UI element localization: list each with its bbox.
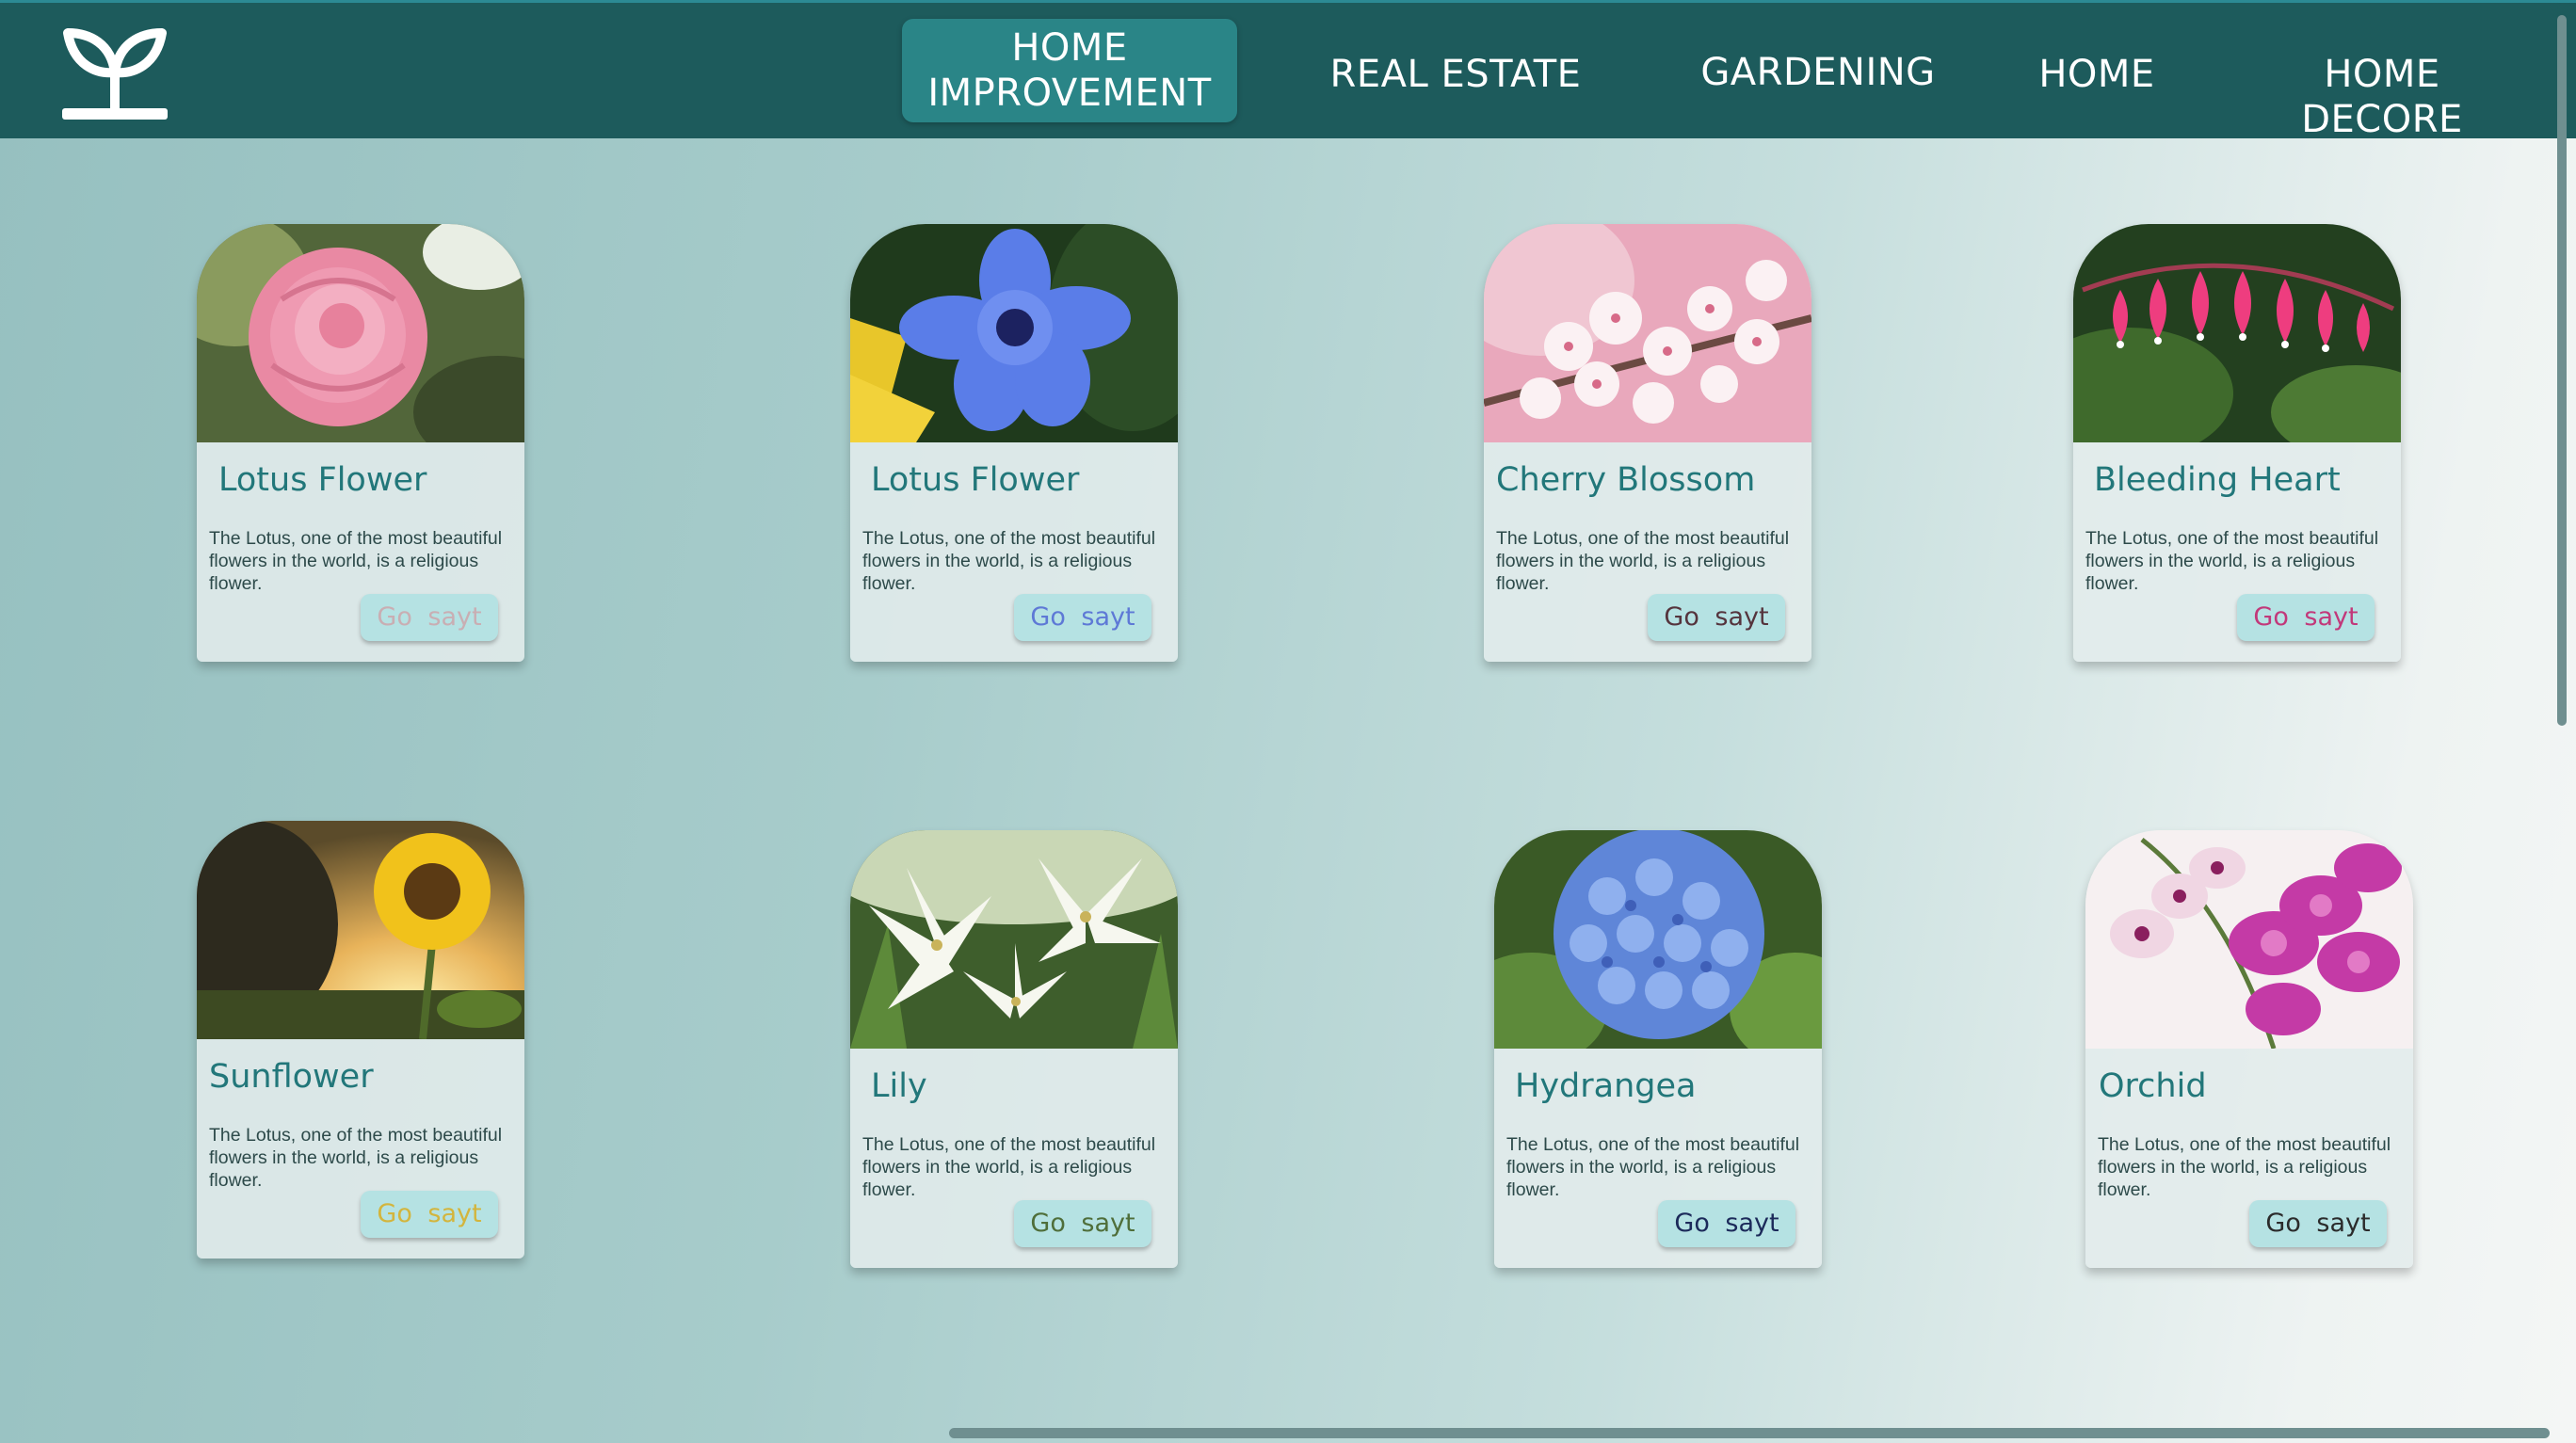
- nav-home-label: HOME: [2038, 53, 2155, 96]
- vertical-scrollbar[interactable]: [2557, 15, 2567, 726]
- nav-gardening[interactable]: GARDENING: [1695, 50, 1941, 95]
- nav-home[interactable]: HOME: [2026, 52, 2167, 97]
- nav-home-improvement-label: HOME IMPROVEMENT: [927, 26, 1212, 115]
- blue-anemone-image: [850, 224, 1178, 442]
- cherry-blossom-image: [1484, 224, 1811, 442]
- blue-hydrangea-image: [1494, 830, 1822, 1049]
- go-site-button[interactable]: Go sayt: [2237, 594, 2375, 641]
- white-lily-image: [850, 830, 1178, 1049]
- flower-card: Cherry Blossom The Lotus, one of the mos…: [1484, 224, 1811, 662]
- card-title: Lily: [871, 1067, 927, 1105]
- card-title: Sunflower: [209, 1058, 374, 1096]
- nav-real-estate-label: REAL ESTATE: [1329, 53, 1582, 96]
- flower-card: Sunflower The Lotus, one of the most bea…: [197, 821, 524, 1259]
- horizontal-scrollbar[interactable]: [949, 1428, 2550, 1438]
- pink-camellia-image: [197, 224, 524, 442]
- card-description: The Lotus, one of the most beautiful flo…: [862, 1134, 1156, 1200]
- card-title: Lotus Flower: [871, 461, 1080, 499]
- go-site-button[interactable]: Go sayt: [1658, 1200, 1795, 1247]
- go-site-button[interactable]: Go sayt: [1014, 1200, 1151, 1247]
- nav-real-estate[interactable]: REAL ESTATE: [1312, 52, 1599, 97]
- flower-card: Orchid The Lotus, one of the most beauti…: [2085, 830, 2413, 1268]
- nav-home-decore-label: HOME DECORE: [2301, 53, 2463, 141]
- card-description: The Lotus, one of the most beautiful flo…: [2098, 1134, 2391, 1200]
- sprout-icon[interactable]: [53, 20, 177, 125]
- bleeding-heart-image: [2073, 224, 2401, 442]
- sunflower-image: [197, 821, 524, 1039]
- flower-card: Hydrangea The Lotus, one of the most bea…: [1494, 830, 1822, 1268]
- card-title: Orchid: [2099, 1067, 2207, 1105]
- nav-home-improvement[interactable]: HOME IMPROVEMENT: [902, 19, 1237, 122]
- card-description: The Lotus, one of the most beautiful flo…: [209, 1125, 503, 1191]
- card-title: Hydrangea: [1515, 1067, 1697, 1105]
- card-description: The Lotus, one of the most beautiful flo…: [862, 528, 1156, 594]
- card-description: The Lotus, one of the most beautiful flo…: [209, 528, 503, 594]
- flower-card: Bleeding Heart The Lotus, one of the mos…: [2073, 224, 2401, 662]
- flower-card: Lotus Flower The Lotus, one of the most …: [850, 224, 1178, 662]
- top-navigation-bar: HOME IMPROVEMENT REAL ESTATE GARDENING H…: [0, 0, 2576, 141]
- card-title: Cherry Blossom: [1496, 461, 1756, 499]
- go-site-button[interactable]: Go sayt: [1014, 594, 1151, 641]
- go-site-button[interactable]: Go sayt: [361, 594, 498, 641]
- card-description: The Lotus, one of the most beautiful flo…: [1506, 1134, 1800, 1200]
- go-site-button[interactable]: Go sayt: [1648, 594, 1785, 641]
- nav-gardening-label: GARDENING: [1700, 51, 1936, 94]
- flower-card: Lotus Flower The Lotus, one of the most …: [197, 224, 524, 662]
- flower-card: Lily The Lotus, one of the most beautifu…: [850, 830, 1178, 1268]
- card-description: The Lotus, one of the most beautiful flo…: [1496, 528, 1790, 594]
- card-description: The Lotus, one of the most beautiful flo…: [2085, 528, 2379, 594]
- go-site-button[interactable]: Go sayt: [2249, 1200, 2387, 1247]
- nav-home-decore[interactable]: HOME DECORE: [2241, 52, 2523, 142]
- purple-orchid-image: [2085, 830, 2413, 1049]
- card-title: Lotus Flower: [218, 461, 427, 499]
- card-title: Bleeding Heart: [2094, 461, 2341, 499]
- go-site-button[interactable]: Go sayt: [361, 1191, 498, 1238]
